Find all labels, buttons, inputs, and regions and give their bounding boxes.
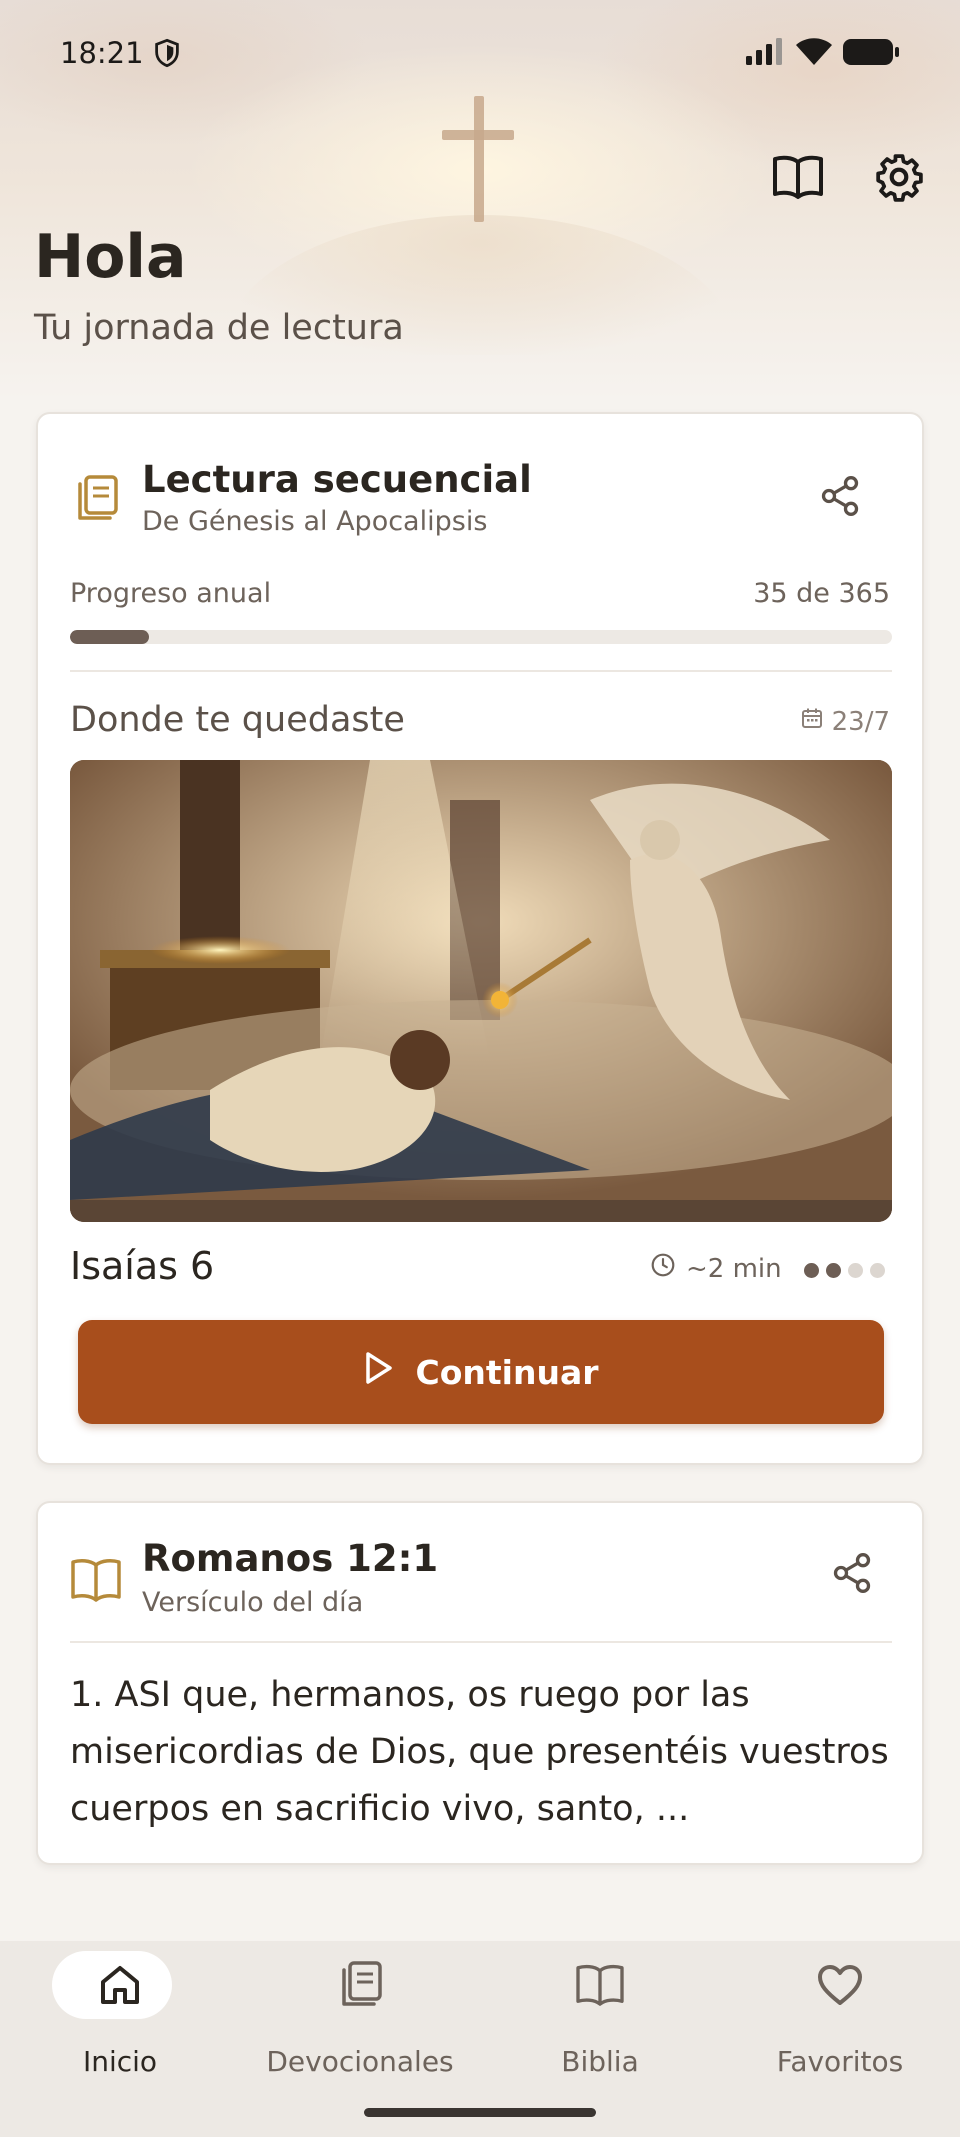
home-icon — [90, 1955, 150, 2015]
share-icon[interactable] — [818, 474, 866, 522]
duration-text: ~2 min — [686, 1253, 782, 1284]
resume-label: Donde te quedaste — [70, 700, 405, 740]
clock-icon — [650, 1252, 676, 1285]
devotionals-icon — [330, 1955, 390, 2015]
card-subtitle: De Génesis al Apocalipsis — [142, 506, 488, 537]
page-dot — [826, 1263, 841, 1278]
greeting-subtitle: Tu jornada de lectura — [34, 308, 404, 348]
heart-icon — [810, 1955, 870, 2015]
page-dots — [804, 1263, 885, 1278]
divider — [70, 670, 892, 672]
date-indicator: 23/7 — [800, 706, 890, 737]
page-dot — [804, 1263, 819, 1278]
progress-fill — [70, 630, 149, 644]
status-time: 18:21 — [60, 36, 144, 70]
divider — [70, 1641, 892, 1643]
nav-item-devocionales[interactable]: Devocionales — [240, 1941, 480, 2101]
progress-bar — [70, 630, 892, 644]
verse-reference: Romanos 12:1 — [142, 1537, 439, 1580]
chapter-title: Isaías 6 — [70, 1244, 215, 1288]
bible-book-icon[interactable] — [769, 148, 827, 206]
share-icon[interactable] — [830, 1551, 878, 1599]
nav-item-inicio[interactable]: Inicio — [0, 1941, 240, 2101]
nav-label: Devocionales — [266, 2045, 454, 2078]
nav-item-favoritos[interactable]: Favoritos — [720, 1941, 960, 2101]
play-icon — [364, 1351, 394, 1393]
calendar-icon — [800, 706, 824, 737]
nav-label: Biblia — [561, 2045, 639, 2078]
verse-of-day-card[interactable]: Romanos 12:1 Versículo del día 1. ASI qu… — [36, 1501, 924, 1865]
devotional-books-icon — [72, 474, 120, 528]
home-indicator — [364, 2108, 596, 2117]
progress-label: Progreso anual — [70, 578, 272, 609]
page-dot — [870, 1263, 885, 1278]
nav-item-biblia[interactable]: Biblia — [480, 1941, 720, 2101]
verse-text: 1. ASI que, hermanos, os ruego por las m… — [70, 1675, 889, 1829]
settings-gear-icon[interactable] — [870, 148, 928, 206]
reading-duration: ~2 min — [650, 1252, 782, 1285]
signal-icon — [744, 38, 784, 70]
page-dot — [848, 1263, 863, 1278]
card-title: Lectura secuencial — [142, 458, 532, 501]
chapter-illustration[interactable] — [70, 760, 892, 1222]
nav-label: Favoritos — [776, 2045, 904, 2078]
greeting-title: Hola — [34, 222, 187, 292]
cross-illustration — [442, 96, 514, 222]
continue-button[interactable]: Continuar — [78, 1320, 884, 1424]
nav-label: Inicio — [82, 2045, 158, 2078]
battery-icon — [842, 38, 900, 70]
progress-count: 35 de 365 — [753, 578, 890, 609]
shield-icon — [153, 38, 181, 72]
date-text: 23/7 — [831, 706, 890, 737]
book-icon — [570, 1955, 630, 2015]
wifi-icon — [795, 36, 833, 70]
status-bar: 18:21 — [0, 0, 960, 106]
continue-label: Continuar — [415, 1352, 599, 1392]
book-icon — [70, 1557, 122, 1607]
verse-subtitle: Versículo del día — [142, 1587, 364, 1618]
sequential-reading-card[interactable]: Lectura secuencial De Génesis al Apocali… — [36, 412, 924, 1465]
